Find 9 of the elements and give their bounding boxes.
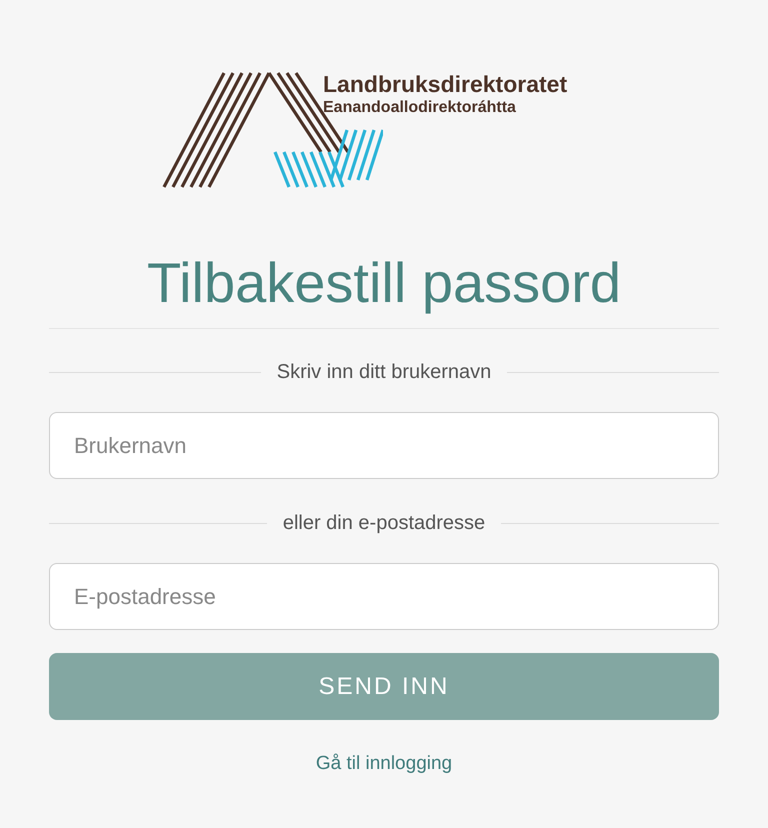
logo-name: Landbruksdirektoratet <box>323 70 568 98</box>
divider-label: Skriv inn ditt brukernavn <box>276 361 492 384</box>
email-field[interactable]: E-postadresse <box>49 563 719 630</box>
login-link[interactable]: Gå til innlogging <box>316 753 452 774</box>
submit-button[interactable]: SEND INN <box>49 653 719 720</box>
page-title: Tilbakestill passord <box>49 250 719 329</box>
logo-subtitle: Eanandoallodirektoráhtta <box>323 98 517 118</box>
username-field[interactable]: Brukernavn <box>49 412 719 479</box>
divider-label: eller din e-postadresse <box>282 512 486 535</box>
